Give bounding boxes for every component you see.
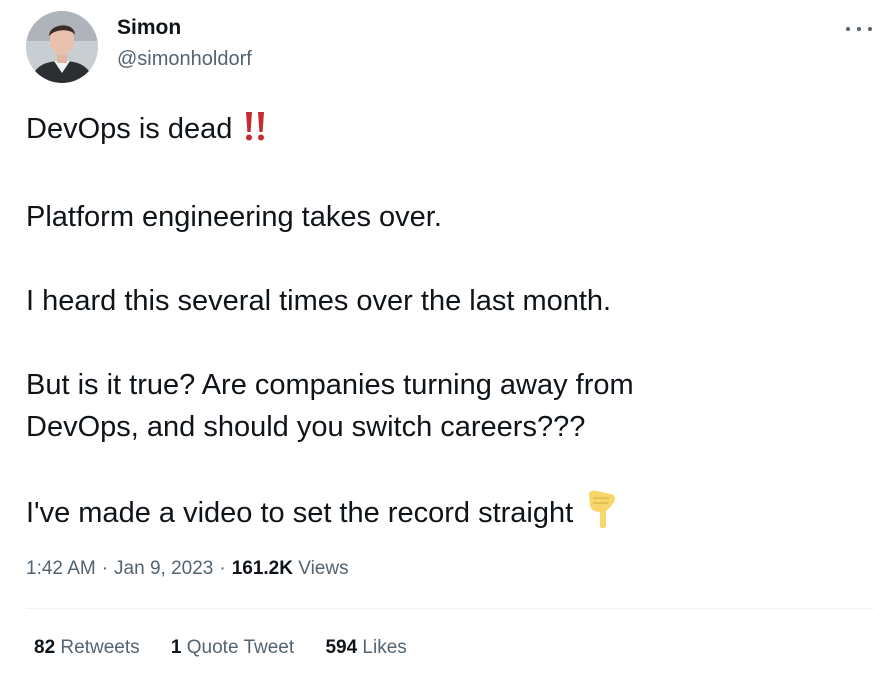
tweet-line: DevOps is dead [26, 113, 233, 145]
dot [857, 27, 861, 31]
quotes-label: Quote Tweet [186, 637, 295, 658]
separator: · [101, 558, 109, 579]
tweet-time[interactable]: 1:42 AM [26, 558, 96, 579]
avatar[interactable] [26, 11, 98, 83]
engagement-stats: 82 Retweets 1 Quote Tweet 594 Likes [34, 637, 433, 659]
display-name[interactable]: Simon [117, 16, 181, 40]
tweet-paragraph: DevOps is dead [26, 108, 866, 154]
tweet-paragraph: I've made a video to set the record stra… [26, 490, 866, 542]
retweets-stat[interactable]: 82 Retweets [34, 637, 140, 659]
likes-label: Likes [362, 637, 407, 658]
user-handle[interactable]: @simonholdorf [117, 48, 252, 71]
tweet-paragraph: But is it true? Are companies turning aw… [26, 364, 866, 448]
divider [26, 608, 874, 609]
tweet-text: DevOps is dead Platform engineering take… [26, 108, 866, 542]
retweets-label: Retweets [60, 637, 140, 658]
views-label: Views [298, 558, 349, 579]
tweet-line: I heard this several times over the last… [26, 285, 612, 317]
more-horizontal-icon[interactable] [846, 16, 872, 42]
double-exclamation-icon [242, 110, 268, 154]
tweet-line: DevOps, and should you switch careers??? [26, 411, 586, 443]
likes-count: 594 [325, 637, 358, 658]
tweet-line: I've made a video to set the record stra… [26, 497, 574, 529]
separator: · [219, 558, 226, 579]
profile-photo [26, 11, 98, 83]
views-count: 161.2K [231, 558, 293, 579]
pointing-down-icon [585, 490, 619, 542]
tweet-meta: 1:42 AM · Jan 9, 2023 · 161.2K Views [26, 558, 349, 580]
retweets-count: 82 [34, 637, 56, 658]
quote-tweets-stat[interactable]: 1 Quote Tweet [171, 637, 294, 659]
tweet-paragraph: Platform engineering takes over. [26, 196, 866, 238]
tweet-paragraph: I heard this several times over the last… [26, 280, 866, 322]
dot [846, 27, 850, 31]
likes-stat[interactable]: 594 Likes [325, 637, 406, 659]
tweet-line: Platform engineering takes over. [26, 201, 442, 233]
tweet-date[interactable]: Jan 9, 2023 [114, 558, 213, 579]
tweet-line: But is it true? Are companies turning aw… [26, 369, 634, 401]
dot [868, 27, 872, 31]
quotes-count: 1 [170, 637, 182, 658]
tweet-card: Simon @simonholdorf DevOps is dead Platf… [0, 0, 896, 684]
